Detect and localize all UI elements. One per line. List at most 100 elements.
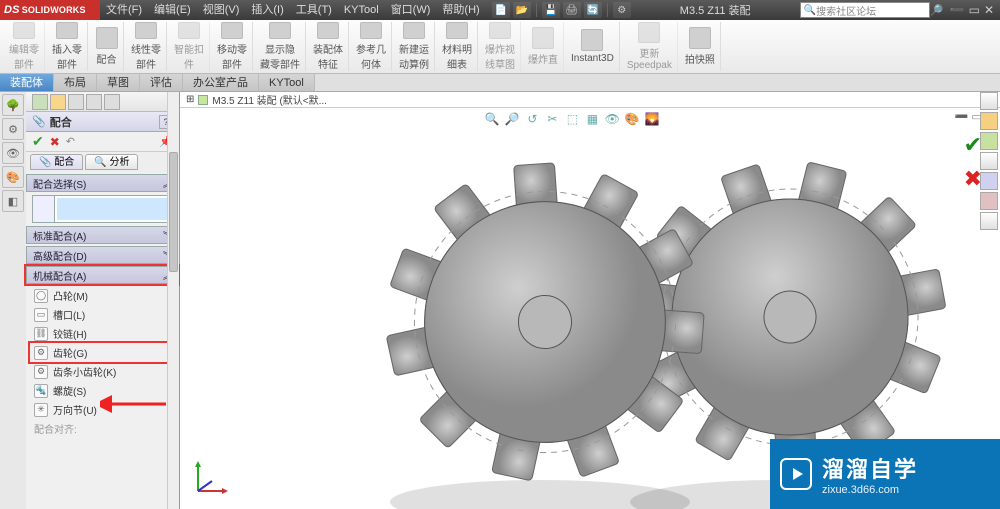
fm-config-icon[interactable]: ⚙ xyxy=(2,118,24,140)
tp-home-icon[interactable] xyxy=(980,92,998,110)
fm-display-icon[interactable]: 👁 xyxy=(2,142,24,164)
menu-insert[interactable]: 插入(I) xyxy=(245,0,289,20)
rb-edit-component[interactable]: 编辑零部件 xyxy=(4,22,45,71)
watermark-title: 溜溜自学 xyxy=(822,452,918,484)
menu-tools[interactable]: 工具(T) xyxy=(290,0,338,20)
menu-edit[interactable]: 编辑(E) xyxy=(148,0,197,20)
rb-bom[interactable]: 材料明细表 xyxy=(437,22,478,71)
mate-cam[interactable]: ◯凸轮(M) xyxy=(30,286,175,305)
mate-universal[interactable]: ✳万向节(U) xyxy=(30,400,175,419)
fm-tab-3-icon[interactable] xyxy=(68,94,84,110)
tab-evaluate[interactable]: 评估 xyxy=(140,74,183,91)
slot-icon: ▭ xyxy=(34,308,48,322)
sub-tab-analyze[interactable]: 🔍 分析 xyxy=(85,154,138,170)
qa-new-icon[interactable]: 📄 xyxy=(492,2,510,18)
tp-view-palette-icon[interactable] xyxy=(980,152,998,170)
screw-icon: 🔩 xyxy=(34,384,48,398)
rb-motion-study[interactable]: 新建运动算例 xyxy=(394,22,435,71)
view-triad[interactable] xyxy=(190,459,230,499)
fm-decal-icon[interactable]: ◧ xyxy=(2,190,24,212)
menu-window[interactable]: 窗口(W) xyxy=(385,0,437,20)
rb-ref-geometry[interactable]: 参考几何体 xyxy=(351,22,392,71)
mate-screw[interactable]: 🔩螺旋(S) xyxy=(30,381,175,400)
snapshot-icon xyxy=(689,27,711,49)
section-mechanical[interactable]: 机械配合(A)︽ xyxy=(26,266,179,284)
fm-tab-2-icon[interactable] xyxy=(50,94,66,110)
mate-icon xyxy=(96,27,118,49)
qa-save-icon[interactable]: 💾 xyxy=(542,2,560,18)
restore-icon[interactable]: ▭ xyxy=(969,3,980,17)
instant3d-icon xyxy=(581,29,603,51)
menu-file[interactable]: 文件(F) xyxy=(100,0,148,20)
selection-box[interactable] xyxy=(32,195,173,223)
rb-show-hide[interactable]: 显示隐藏零部件 xyxy=(255,22,306,71)
menu-kytool[interactable]: KYTool xyxy=(338,0,385,20)
scrollbar-thumb[interactable] xyxy=(169,152,178,272)
tree-expand-icon[interactable]: ⊞ xyxy=(186,94,194,105)
tab-kytool[interactable]: KYTool xyxy=(259,74,315,91)
tab-assembly[interactable]: 装配体 xyxy=(0,74,54,91)
fm-tree-icon[interactable]: 🌳 xyxy=(2,94,24,116)
qa-options-icon[interactable]: ⚙ xyxy=(613,2,631,18)
fm-appearance-icon[interactable]: 🎨 xyxy=(2,166,24,188)
rb-insert-component[interactable]: 插入零部件 xyxy=(47,22,88,71)
property-panel: 📎 配合 ? ✔ ✖ ↶ 📌 📎 配合 🔍 分析 配合选择(S)︽ 标准配合(A… xyxy=(26,92,180,509)
selection-field[interactable] xyxy=(57,198,170,220)
search-go-icon[interactable]: 🔎 xyxy=(930,4,944,17)
panel-scrollbar[interactable] xyxy=(167,92,179,509)
rb-explode-line[interactable]: 爆炸直 xyxy=(523,22,564,71)
qa-open-icon[interactable]: 📂 xyxy=(513,2,531,18)
menu-help[interactable]: 帮助(H) xyxy=(436,0,485,20)
play-icon xyxy=(780,458,812,490)
menu-view[interactable]: 视图(V) xyxy=(197,0,246,20)
mate-slot[interactable]: ▭槽口(L) xyxy=(30,305,175,324)
section-advanced[interactable]: 高级配合(D)︾ xyxy=(26,246,179,264)
tp-file-explorer-icon[interactable] xyxy=(980,132,998,150)
tp-design-lib-icon[interactable] xyxy=(980,112,998,130)
fm-tab-1-icon[interactable] xyxy=(32,94,48,110)
section-selection[interactable]: 配合选择(S)︽ xyxy=(26,174,179,192)
tab-office[interactable]: 办公室产品 xyxy=(183,74,259,91)
selection-type-icon[interactable] xyxy=(33,196,55,222)
mechanical-mate-list: ◯凸轮(M) ▭槽口(L) ⛓铰链(H) ⚙齿轮(G) ⚙齿条小齿轮(K) 🔩螺… xyxy=(26,284,179,440)
tab-layout[interactable]: 布局 xyxy=(54,74,97,91)
qa-rebuild-icon[interactable]: 🔄 xyxy=(584,2,602,18)
tp-appearances-icon[interactable] xyxy=(980,172,998,190)
qa-print-icon[interactable]: 🖨 xyxy=(563,2,581,18)
panel-control-row: ✔ ✖ ↶ 📌 xyxy=(26,132,179,152)
search-input[interactable]: 🔍 搜索社区论坛 xyxy=(800,2,930,18)
motion-study-icon xyxy=(403,22,425,39)
mate-hinge[interactable]: ⛓铰链(H) xyxy=(30,324,175,343)
rb-linear-pattern[interactable]: 线性零部件 xyxy=(126,22,167,71)
watermark: 溜溜自学 zixue.3d66.com xyxy=(770,439,1000,509)
undo-icon[interactable]: ↶ xyxy=(66,135,75,148)
minimize-icon[interactable]: ➖ xyxy=(950,3,965,17)
tree-root-label[interactable]: M3.5 Z11 装配 (默认<默... xyxy=(212,92,327,107)
edit-component-icon xyxy=(13,22,35,39)
mate-gear[interactable]: ⚙齿轮(G) xyxy=(30,343,175,362)
cancel-icon[interactable]: ✖ xyxy=(50,135,60,149)
section-standard[interactable]: 标准配合(A)︾ xyxy=(26,226,179,244)
rb-assembly-feature[interactable]: 装配体特征 xyxy=(308,22,349,71)
logo-icon: DS xyxy=(4,4,20,16)
brand-text: SOLIDWORKS xyxy=(22,5,86,15)
task-pane xyxy=(980,92,1000,230)
mate-rack[interactable]: ⚙齿条小齿轮(K) xyxy=(30,362,175,381)
rb-snapshot[interactable]: 拍快照 xyxy=(680,22,721,71)
fm-tab-4-icon[interactable] xyxy=(86,94,102,110)
rb-smart-fastener[interactable]: 智能扣件 xyxy=(169,22,210,71)
rb-move-component[interactable]: 移动零部件 xyxy=(212,22,253,71)
fm-tab-5-icon[interactable] xyxy=(104,94,120,110)
sub-tab-mate[interactable]: 📎 配合 xyxy=(30,154,83,170)
tab-sketch[interactable]: 草图 xyxy=(97,74,140,91)
tp-custom-props-icon[interactable] xyxy=(980,192,998,210)
quick-access-toolbar: 📄 📂 💾 🖨 🔄 ⚙ xyxy=(492,2,631,18)
rb-instant3d[interactable]: Instant3D xyxy=(566,22,620,71)
tp-forum-icon[interactable] xyxy=(980,212,998,230)
rb-explode-sketch[interactable]: 爆炸视线草图 xyxy=(480,22,521,71)
rb-speedpak[interactable]: 更新Speedpak xyxy=(622,22,678,71)
close-icon[interactable]: ✕ xyxy=(984,3,994,17)
ok-icon[interactable]: ✔ xyxy=(32,133,44,150)
explode-line-icon xyxy=(532,27,554,49)
rb-mate[interactable]: 配合 xyxy=(90,22,124,71)
